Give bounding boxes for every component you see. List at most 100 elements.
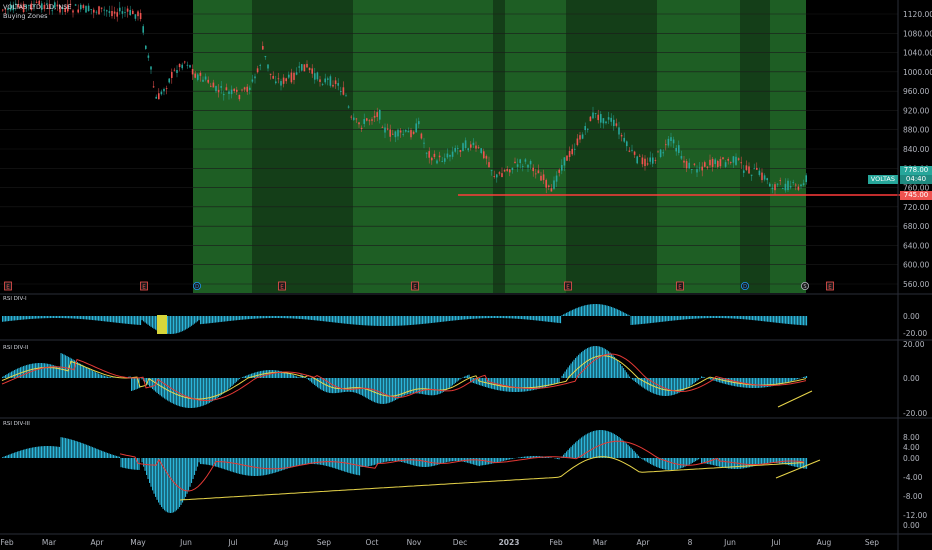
histogram-bar [795, 458, 797, 467]
time-label[interactable]: Sep [317, 538, 331, 547]
event-marker-E[interactable]: E [564, 281, 572, 291]
histogram-bar [150, 316, 152, 327]
event-marker-E[interactable]: E [4, 281, 12, 291]
pane3-tick-label: 8.00 [903, 433, 920, 442]
time-label[interactable]: 2023 [499, 538, 520, 547]
rsi-div-3-label[interactable]: RSI DIV-III [3, 421, 30, 427]
histogram-bar [405, 316, 407, 326]
histogram-bar [474, 458, 476, 465]
candle-body [735, 156, 737, 165]
event-marker-S[interactable]: S [801, 281, 810, 290]
histogram-bar [342, 316, 344, 324]
time-label[interactable]: Feb [0, 538, 14, 547]
time-label[interactable]: 8 [688, 538, 693, 547]
symbol-title[interactable]: VOLTAS LTD, 1D, NSE [3, 3, 71, 12]
histogram-bar [5, 375, 7, 378]
histogram-bar [375, 316, 377, 326]
candle-body [178, 63, 181, 68]
candle-body [537, 170, 540, 174]
histogram-bar [425, 316, 427, 324]
candle-body [441, 161, 443, 162]
histogram-bar [353, 316, 355, 325]
histogram-bar [234, 316, 236, 321]
histogram-bar [480, 316, 482, 319]
histogram-bar [503, 316, 505, 319]
event-marker-E[interactable]: E [826, 281, 834, 291]
time-label[interactable]: Aug [817, 538, 832, 547]
time-label[interactable]: Nov [407, 538, 422, 547]
event-marker-E[interactable]: E [140, 281, 148, 291]
histogram-bar [296, 458, 298, 466]
histogram-bar [380, 316, 382, 326]
histogram-bar [300, 316, 302, 320]
price-axis[interactable]: 1120.001080.001040.001000.00960.00920.00… [903, 10, 932, 289]
pane-axes[interactable]: 0.00-20.0020.000.00-20.008.004.000.00-4.… [903, 312, 927, 530]
histogram-bar [387, 458, 389, 462]
histogram-bar [624, 313, 626, 316]
histogram-bar [749, 316, 751, 320]
time-label[interactable]: Jul [770, 538, 780, 547]
histogram-bar [218, 316, 220, 323]
buying-zone [493, 0, 505, 293]
histogram-bar [398, 316, 400, 326]
histogram-bar [342, 458, 344, 472]
time-label[interactable]: Mar [42, 538, 57, 547]
histogram-bar [65, 355, 67, 378]
histogram-bar [287, 372, 289, 378]
candle-body [719, 159, 722, 167]
time-axis[interactable]: Feb Mar Apr May Jun Jul Aug Sep Oct Nov Dec 2023 Feb… [0, 538, 879, 547]
histogram-bar [395, 378, 397, 400]
time-label[interactable]: Sep [865, 538, 879, 547]
histogram-bar [443, 316, 445, 322]
buying-zone [770, 0, 806, 293]
candle-body [657, 151, 659, 153]
histogram-bar [468, 458, 470, 464]
candle-body [566, 155, 568, 161]
candle-body [792, 182, 794, 183]
time-label[interactable]: Jul [227, 538, 237, 547]
histogram-bar [303, 458, 305, 465]
histogram-bar [528, 316, 530, 320]
histogram-bar [59, 446, 61, 458]
histogram-bar [686, 378, 688, 389]
candle-body [251, 79, 254, 82]
time-label[interactable]: Jun [179, 538, 192, 547]
histogram-bar [659, 378, 661, 396]
event-marker-D[interactable]: D [741, 281, 750, 290]
histogram-bar [431, 316, 433, 323]
histogram-bar [417, 378, 419, 394]
histogram-bar [450, 378, 452, 387]
time-label[interactable]: Oct [366, 538, 379, 547]
event-marker-E[interactable]: E [411, 281, 419, 291]
histogram-bar [365, 316, 367, 326]
event-marker-E[interactable]: E [676, 281, 684, 291]
histogram-bar [65, 316, 67, 319]
histogram-bar [98, 316, 100, 321]
histogram-bar [128, 316, 130, 324]
time-label[interactable]: Apr [637, 538, 651, 547]
candle-body [207, 79, 209, 83]
histogram-bar [564, 371, 566, 378]
event-marker-D[interactable]: D [192, 281, 201, 290]
time-label[interactable]: Dec [453, 538, 468, 547]
candle-body [264, 55, 267, 58]
time-label[interactable]: Mar [593, 538, 608, 547]
histogram-bar [231, 378, 233, 386]
histogram-bar [761, 378, 763, 388]
rsi-div-2-label[interactable]: RSI DIV-II [3, 345, 28, 351]
event-marker-E[interactable]: E [278, 281, 286, 291]
histogram-bar [320, 316, 322, 321]
rsi-div-1-label[interactable]: RSI DIV-I [3, 296, 27, 302]
time-label[interactable]: May [130, 538, 146, 547]
time-label[interactable]: Feb [549, 538, 563, 547]
histogram-bar [341, 378, 343, 393]
indicator-title[interactable]: Buying Zones [3, 12, 71, 21]
chart-canvas[interactable]: 1120.001080.001040.001000.00960.00920.00… [0, 0, 932, 550]
time-label[interactable]: Jun [723, 538, 736, 547]
histogram-bar [210, 458, 212, 466]
candle-body [275, 81, 277, 84]
histogram-bar [411, 378, 413, 394]
time-label[interactable]: Aug [274, 538, 289, 547]
candle-body [399, 130, 402, 133]
time-label[interactable]: Apr [91, 538, 105, 547]
